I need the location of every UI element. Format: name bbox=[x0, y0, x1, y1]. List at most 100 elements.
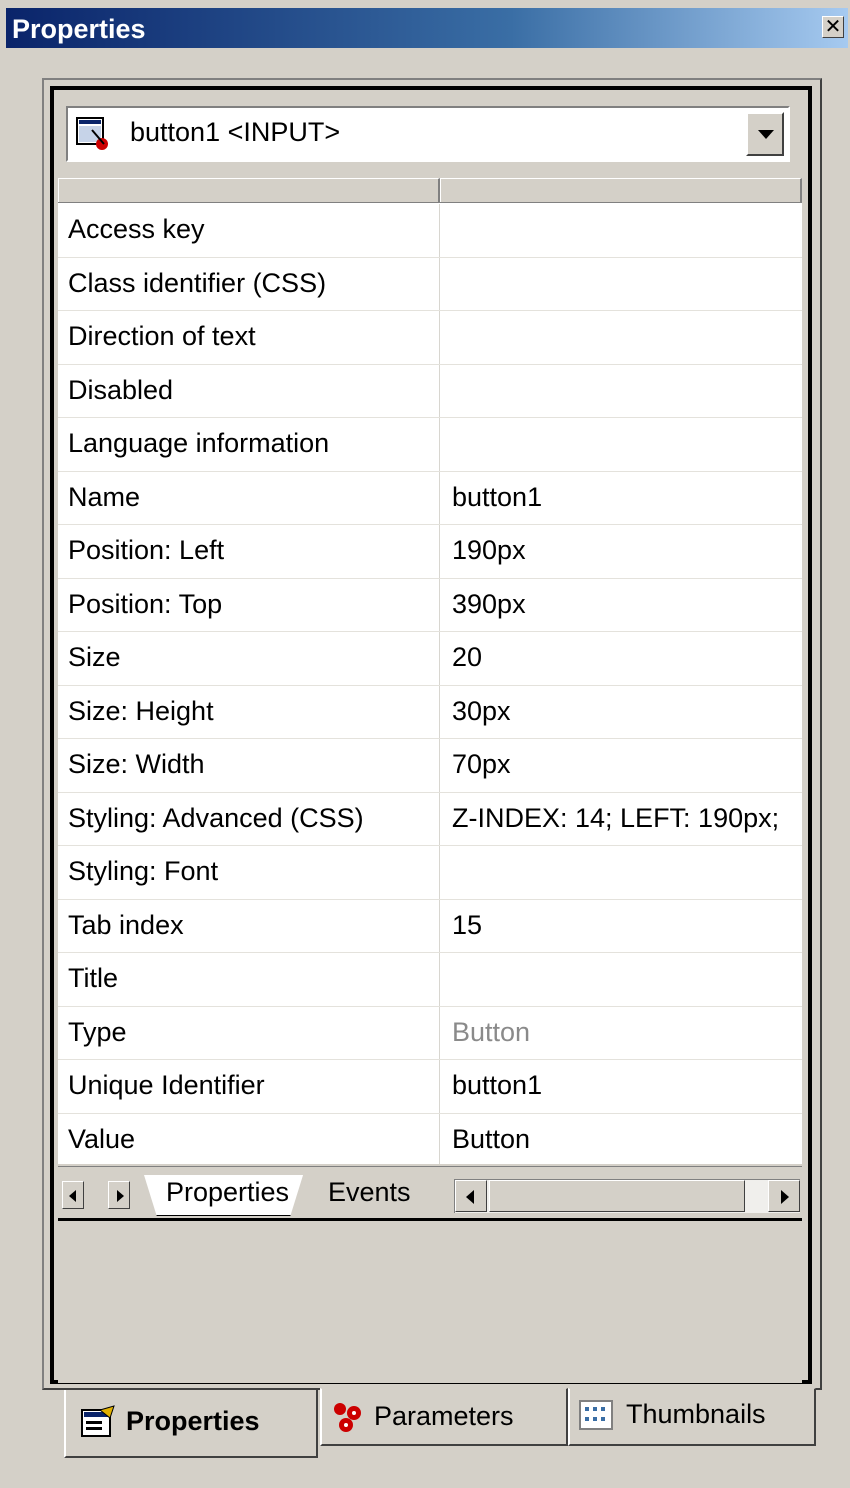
property-rows: Access key Class identifier (CSS) Directio… bbox=[58, 204, 802, 1164]
property-value[interactable]: 15 bbox=[452, 910, 802, 941]
grid-header-value-column[interactable] bbox=[440, 178, 802, 202]
bottom-tab-thumbnails[interactable]: Thumbnails bbox=[568, 1388, 816, 1446]
thumbnails-icon bbox=[579, 1400, 613, 1430]
property-row[interactable]: Direction of text bbox=[58, 311, 802, 365]
property-row[interactable]: Unique Identifier button1 bbox=[58, 1060, 802, 1114]
tab-scroll-right-button[interactable] bbox=[108, 1181, 130, 1209]
column-divider bbox=[439, 311, 440, 364]
column-divider bbox=[439, 632, 440, 685]
bottom-tab-parameters-label: Parameters bbox=[374, 1401, 514, 1431]
property-name: Position: Left bbox=[68, 535, 225, 565]
property-value[interactable]: 20 bbox=[452, 642, 802, 673]
column-divider bbox=[439, 792, 440, 845]
property-row[interactable]: Value Button bbox=[58, 1113, 802, 1164]
property-name: Class identifier (CSS) bbox=[68, 267, 327, 298]
panel-tab-bar: Properties Parameters Thumbnails bbox=[40, 1388, 840, 1468]
property-name: Access key bbox=[68, 214, 205, 244]
column-divider bbox=[439, 578, 440, 631]
property-value[interactable]: Button bbox=[452, 1017, 802, 1048]
arrow-left-icon bbox=[466, 1190, 474, 1204]
property-value[interactable]: 70px bbox=[452, 749, 802, 780]
bottom-tab-properties[interactable]: Properties bbox=[64, 1390, 318, 1458]
column-divider bbox=[439, 899, 440, 952]
property-name: Unique Identifier bbox=[68, 1070, 265, 1100]
property-row[interactable]: Tab index 15 bbox=[58, 899, 802, 953]
parameters-icon bbox=[334, 1403, 361, 1432]
close-button[interactable]: ✕ bbox=[822, 16, 844, 38]
property-name: Position: Top bbox=[68, 588, 223, 619]
property-value[interactable]: 190px bbox=[452, 535, 802, 566]
tab-properties[interactable]: Properties bbox=[144, 1175, 304, 1216]
property-name: Size: Width bbox=[68, 749, 205, 779]
horizontal-scrollbar[interactable] bbox=[454, 1179, 800, 1213]
property-value[interactable]: Z-INDEX: 14; LEFT: 190px; bbox=[452, 803, 802, 834]
column-divider bbox=[439, 525, 440, 578]
property-name: Title bbox=[68, 963, 119, 993]
property-name: Size bbox=[68, 642, 121, 672]
property-name: Styling: Advanced (CSS) bbox=[68, 802, 364, 833]
scroll-thumb[interactable] bbox=[489, 1180, 745, 1212]
property-grid: Access key Class identifier (CSS) Directio… bbox=[58, 178, 802, 1164]
property-name: Tab index bbox=[68, 909, 184, 940]
property-name: Type bbox=[68, 1016, 127, 1047]
tab-scroll-left-button[interactable] bbox=[62, 1181, 84, 1209]
property-row[interactable]: Disabled bbox=[58, 364, 802, 418]
property-name: Value bbox=[68, 1123, 136, 1154]
property-value[interactable]: button1 bbox=[452, 1070, 802, 1101]
column-divider bbox=[439, 846, 440, 899]
scroll-left-button[interactable] bbox=[455, 1180, 487, 1212]
close-icon: ✕ bbox=[824, 16, 842, 38]
property-name: Styling: Font bbox=[68, 856, 219, 886]
column-divider bbox=[439, 204, 440, 257]
property-row[interactable]: Size: Height 30px bbox=[58, 685, 802, 739]
property-value[interactable]: Button bbox=[452, 1124, 802, 1155]
column-divider bbox=[439, 364, 440, 417]
property-row[interactable]: Access key bbox=[58, 204, 802, 258]
properties-icon bbox=[81, 1405, 115, 1437]
property-value[interactable]: 30px bbox=[452, 696, 802, 727]
property-row[interactable]: Size 20 bbox=[58, 632, 802, 686]
property-name: Disabled bbox=[68, 374, 174, 405]
bottom-tab-parameters[interactable]: Parameters bbox=[320, 1388, 568, 1446]
selected-element-label: button1 <INPUT> bbox=[130, 117, 341, 147]
property-row[interactable]: Language information bbox=[58, 418, 802, 472]
property-name: Name bbox=[68, 481, 141, 512]
column-divider bbox=[439, 1060, 440, 1113]
column-divider bbox=[439, 739, 440, 792]
column-divider bbox=[439, 1006, 440, 1059]
tab-events[interactable]: Events bbox=[310, 1175, 433, 1215]
column-divider bbox=[439, 953, 440, 1006]
property-row[interactable]: Class identifier (CSS) bbox=[58, 257, 802, 311]
grid-header bbox=[58, 178, 802, 203]
property-value[interactable]: button1 bbox=[452, 482, 802, 513]
column-divider bbox=[439, 418, 440, 471]
input-element-icon bbox=[76, 117, 108, 150]
arrow-left-icon bbox=[69, 1190, 76, 1202]
element-selector-dropdown[interactable]: button1 <INPUT> bbox=[66, 106, 790, 162]
property-row[interactable]: Styling: Font bbox=[58, 846, 802, 900]
grid-header-name-column[interactable] bbox=[58, 178, 440, 202]
property-row[interactable]: Position: Left 190px bbox=[58, 525, 802, 579]
column-divider bbox=[439, 685, 440, 738]
property-description-area bbox=[58, 1218, 802, 1383]
arrow-right-icon bbox=[117, 1190, 124, 1202]
window-title: Properties bbox=[12, 14, 146, 44]
property-row[interactable]: Position: Top 390px bbox=[58, 578, 802, 632]
property-value[interactable]: 390px bbox=[452, 589, 802, 620]
column-divider bbox=[439, 471, 440, 524]
column-divider bbox=[439, 1113, 440, 1164]
scroll-right-button[interactable] bbox=[768, 1180, 800, 1212]
bottom-tab-thumbnails-label: Thumbnails bbox=[626, 1399, 766, 1429]
property-name: Language information bbox=[68, 428, 330, 458]
property-row[interactable]: Type Button bbox=[58, 1006, 802, 1060]
property-row[interactable]: Size: Width 70px bbox=[58, 739, 802, 793]
property-name: Size: Height bbox=[68, 695, 214, 726]
property-row[interactable]: Title bbox=[58, 953, 802, 1007]
column-divider bbox=[439, 257, 440, 310]
property-row[interactable]: Styling: Advanced (CSS) Z-INDEX: 14; LEFT… bbox=[58, 792, 802, 846]
dropdown-arrow-button[interactable] bbox=[746, 112, 784, 156]
sheet-tab-strip: Properties Events bbox=[58, 1166, 802, 1217]
property-row[interactable]: Name button1 bbox=[58, 471, 802, 525]
bottom-tab-properties-label: Properties bbox=[126, 1406, 260, 1436]
arrow-right-icon bbox=[781, 1190, 789, 1204]
